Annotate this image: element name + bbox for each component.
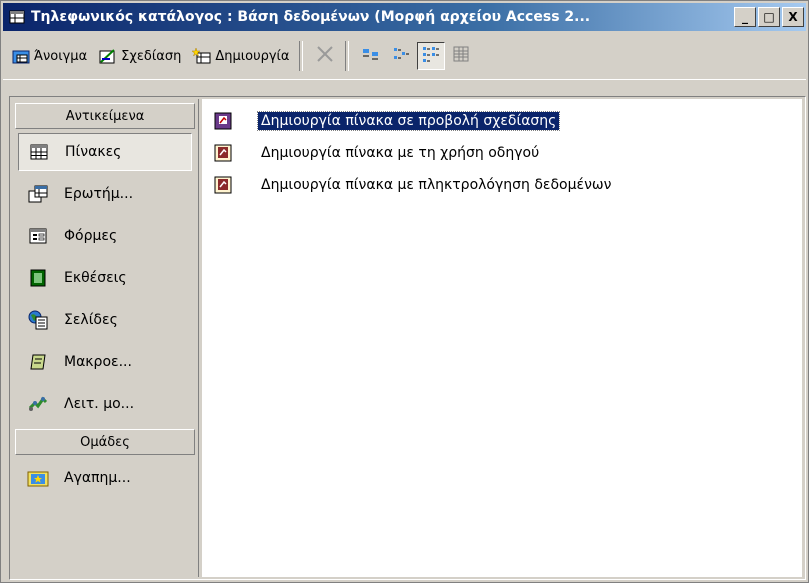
list-item-label: Δημιουργία πίνακα σε προβολή σχεδίασης	[256, 111, 561, 131]
sidebar-item-label: Ερωτήμ...	[64, 186, 134, 202]
design-icon	[97, 46, 119, 66]
groups-header-button[interactable]: Ομάδες	[15, 429, 195, 455]
sidebar-item-queries[interactable]: Ερωτήμ...	[18, 175, 192, 213]
toolbar-separator	[298, 41, 303, 71]
open-button[interactable]: Άνοιγμα	[7, 41, 90, 71]
query-icon	[24, 185, 52, 203]
module-icon	[24, 394, 52, 414]
sidebar-item-reports[interactable]: Εκθέσεις	[18, 259, 192, 297]
title-bar[interactable]: Τηλεφωνικός κατάλογος : Βάση δεδομένων (…	[3, 3, 806, 31]
large-icons-button[interactable]	[357, 42, 385, 70]
sidebar-item-label: Αγαπημ...	[64, 470, 131, 486]
database-window: Τηλεφωνικός κατάλογος : Βάση δεδομένων (…	[0, 0, 809, 583]
report-icon	[24, 269, 52, 287]
maximize-button[interactable]: □	[758, 7, 780, 27]
form-icon	[24, 228, 52, 244]
create-table-wizard-icon	[212, 142, 234, 164]
macro-icon	[24, 353, 52, 371]
sidebar-item-macros[interactable]: Μακροε...	[18, 343, 192, 381]
minimize-button[interactable]: _	[734, 7, 756, 27]
design-label: Σχεδίαση	[121, 48, 182, 64]
close-button[interactable]: X	[782, 7, 804, 27]
new-label: Δημιουργία	[215, 48, 290, 64]
sidebar-item-label: Πίνακες	[65, 144, 122, 160]
delete-icon	[315, 44, 335, 68]
favorites-icon	[24, 469, 52, 487]
new-button[interactable]: Δημιουργία	[188, 41, 292, 71]
sidebar-item-forms[interactable]: Φόρμες	[18, 217, 192, 255]
sidebar-item-label: Μακροε...	[64, 354, 132, 370]
details-view-button[interactable]	[447, 42, 475, 70]
sidebar-item-label: Εκθέσεις	[64, 270, 127, 286]
sidebar-item-modules[interactable]: Λειτ. μο...	[18, 385, 192, 423]
database-icon	[7, 8, 27, 26]
sidebar-item-pages[interactable]: Σελίδες	[18, 301, 192, 339]
list-item[interactable]: Δημιουργία πίνακα σε προβολή σχεδίασης	[212, 109, 561, 133]
sidebar-item-label: Φόρμες	[64, 228, 118, 244]
new-icon	[191, 46, 213, 66]
database-body: Αντικείμενα Πίνακες Ερωτήμ... Φόρμες Εκθ…	[9, 96, 806, 580]
small-icons-button[interactable]	[387, 42, 415, 70]
list-view-icon	[421, 44, 441, 68]
sidebar-item-label: Σελίδες	[64, 312, 118, 328]
details-view-icon	[451, 44, 471, 68]
table-icon	[25, 144, 53, 160]
delete-button[interactable]	[311, 42, 339, 70]
sidebar-item-tables[interactable]: Πίνακες	[18, 133, 192, 171]
create-table-design-icon	[212, 110, 234, 132]
list-item[interactable]: Δημιουργία πίνακα με τη χρήση οδηγού	[212, 141, 542, 165]
list-view-button[interactable]	[416, 42, 445, 70]
toolbar: Άνοιγμα Σχεδίαση Δημιουργία	[3, 33, 806, 80]
list-item-label: Δημιουργία πίνακα με πληκτρολόγηση δεδομ…	[261, 177, 612, 193]
list-item-label: Δημιουργία πίνακα με τη χρήση οδηγού	[261, 145, 540, 161]
sidebar-item-label: Λειτ. μο...	[64, 396, 135, 412]
window-title: Τηλεφωνικός κατάλογος : Βάση δεδομένων (…	[31, 9, 591, 25]
open-icon	[10, 46, 32, 66]
toolbar-separator	[344, 41, 349, 71]
design-button[interactable]: Σχεδίαση	[94, 41, 184, 71]
sidebar-item-favorites[interactable]: Αγαπημ...	[18, 459, 192, 497]
objects-sidebar: Αντικείμενα Πίνακες Ερωτήμ... Φόρμες Εκθ…	[12, 99, 199, 577]
list-item[interactable]: Δημιουργία πίνακα με πληκτρολόγηση δεδομ…	[212, 173, 614, 197]
objects-header-button[interactable]: Αντικείμενα	[15, 103, 195, 129]
large-icons-icon	[361, 44, 381, 68]
open-label: Άνοιγμα	[34, 48, 88, 64]
create-table-data-entry-icon	[212, 174, 234, 196]
page-icon	[24, 310, 52, 330]
small-icons-icon	[391, 44, 411, 68]
objects-list: Δημιουργία πίνακα σε προβολή σχεδίασης Δ…	[202, 99, 802, 577]
